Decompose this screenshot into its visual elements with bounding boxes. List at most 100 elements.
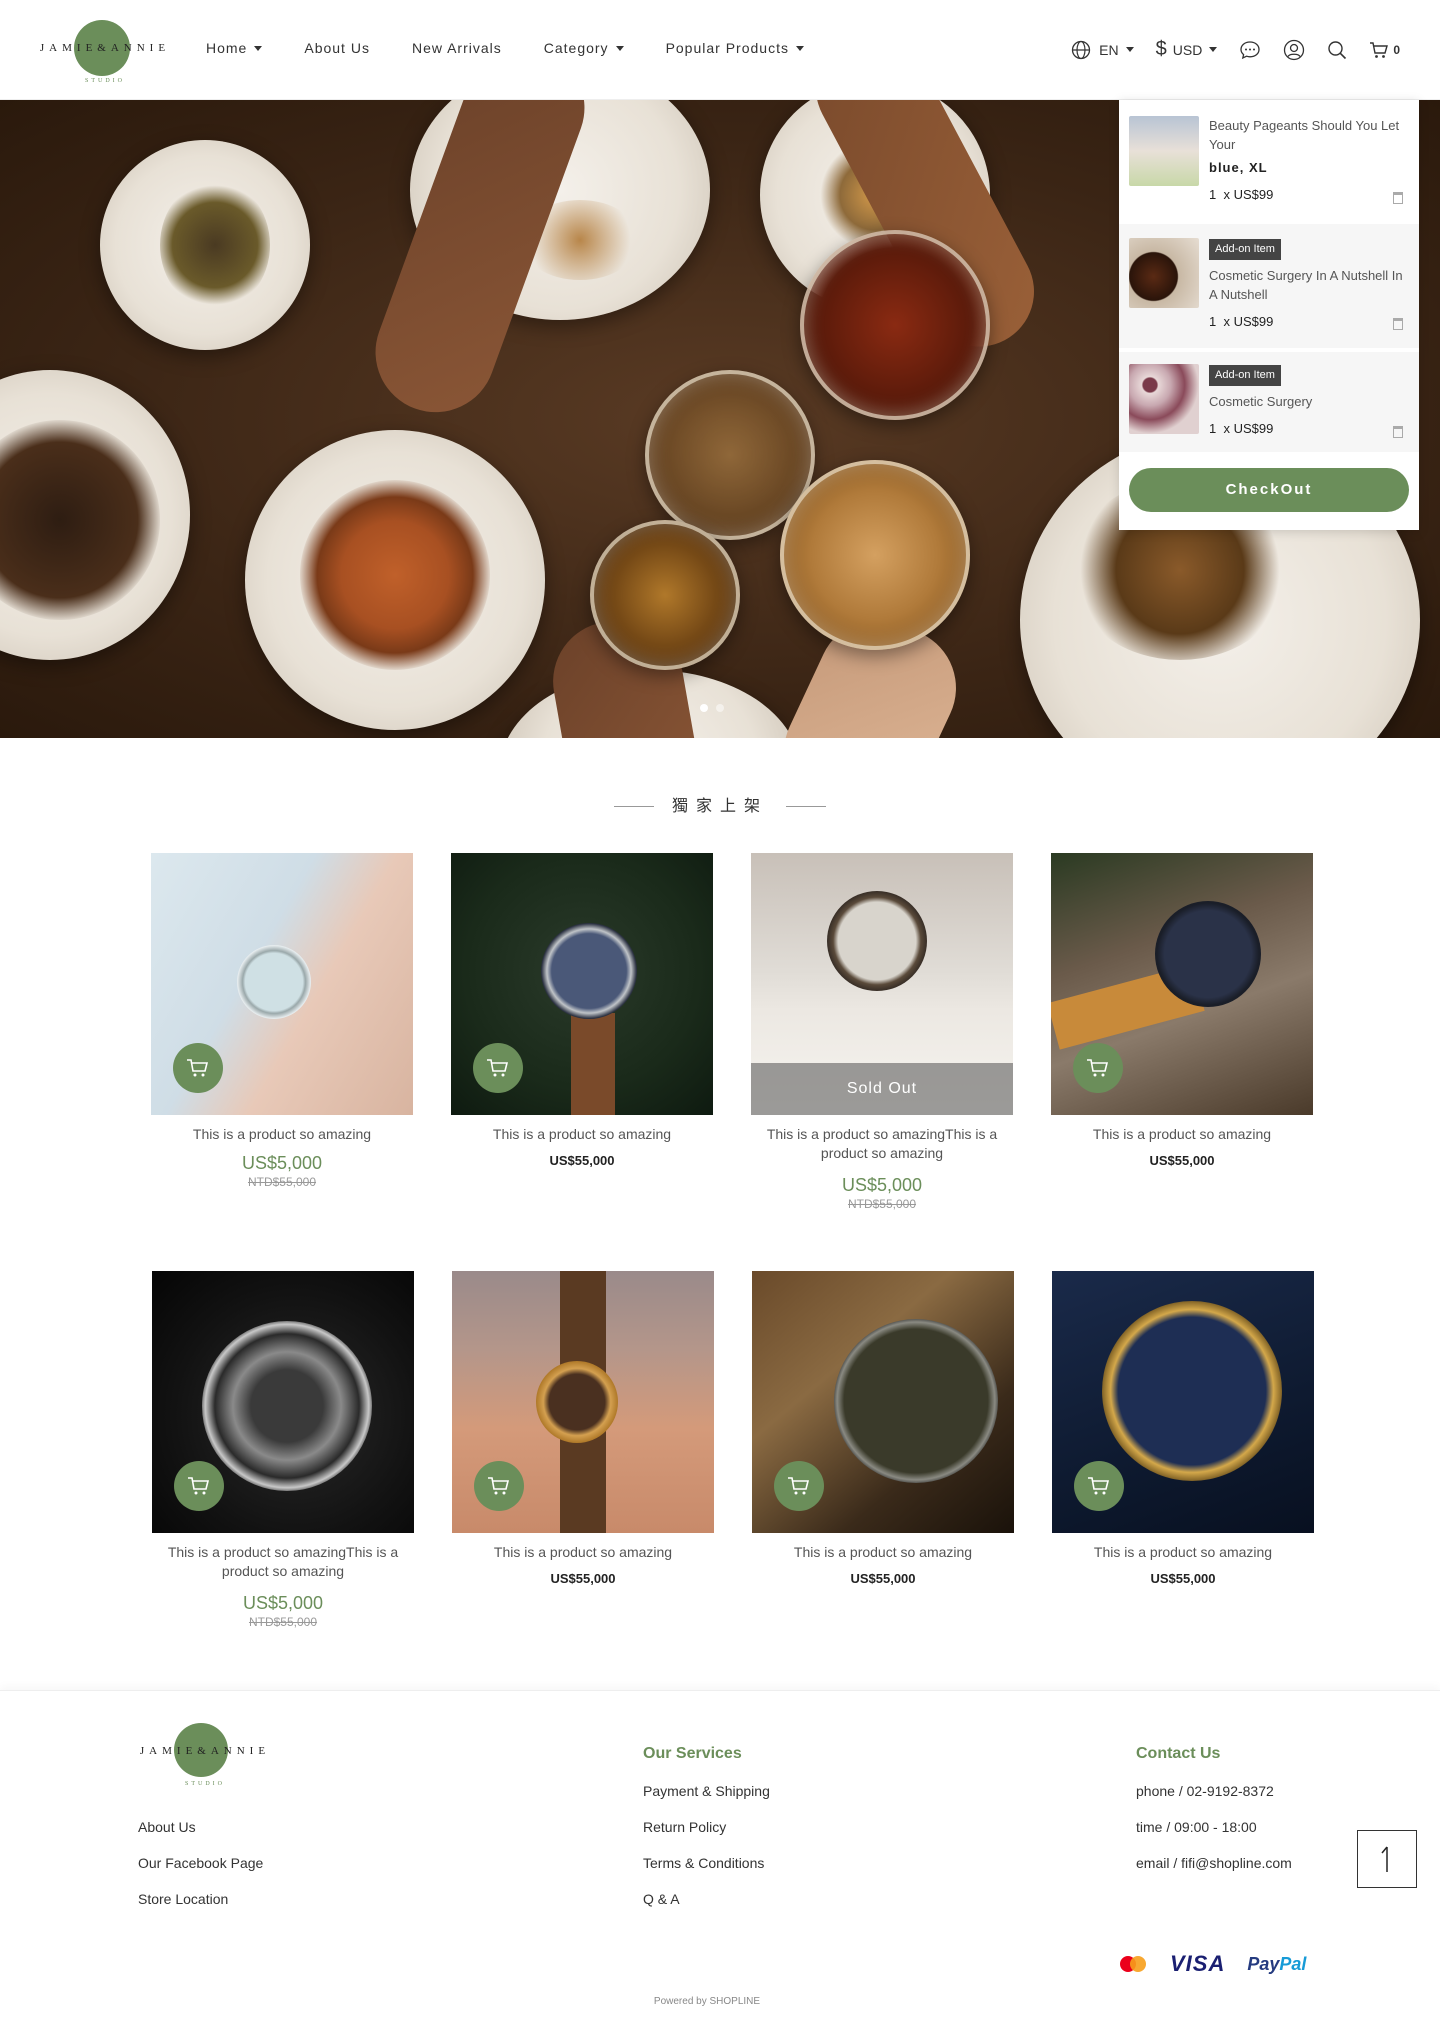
cart-count: 0	[1393, 42, 1400, 57]
cart-item-price: x US$99	[1223, 187, 1274, 202]
chat-icon	[1240, 40, 1260, 59]
shopping-cart-icon	[1370, 41, 1389, 58]
globe-icon	[1072, 40, 1091, 59]
search-icon	[1328, 40, 1347, 59]
footer-link-return[interactable]: Return Policy	[643, 1819, 726, 1835]
product-name[interactable]: This is a product so amazing	[151, 1125, 413, 1144]
sold-out-badge: Sold Out	[751, 1063, 1013, 1115]
footer-link-payment[interactable]: Payment & Shipping	[643, 1783, 770, 1799]
hero-food	[160, 180, 270, 310]
cart-item-info: Add-on Item Cosmetic Surgery In A Nutshe…	[1209, 238, 1404, 331]
currency-selector[interactable]: $ USD	[1156, 38, 1218, 61]
product-name[interactable]: This is a product so amazing	[1052, 1543, 1314, 1562]
add-to-cart-button[interactable]	[774, 1461, 824, 1511]
hero-food	[300, 480, 490, 670]
trash-icon[interactable]	[1393, 426, 1403, 438]
dollar-icon: $	[1155, 38, 1167, 60]
cart-item-title[interactable]: Cosmetic Surgery	[1209, 392, 1404, 411]
product-name[interactable]: This is a product so amazing	[1051, 1125, 1313, 1144]
chevron-down-icon	[254, 45, 263, 51]
shopping-cart-icon	[487, 1059, 509, 1077]
add-to-cart-button[interactable]	[1073, 1043, 1123, 1093]
add-to-cart-button[interactable]	[1074, 1461, 1124, 1511]
nav-popular-products[interactable]: Popular Products	[666, 40, 804, 56]
watch-face	[536, 1361, 618, 1443]
product-name[interactable]: This is a product so amazingThis is a pr…	[751, 1125, 1013, 1163]
visa-logo: VISA	[1170, 1951, 1226, 1976]
cart-item-price: x US$99	[1223, 314, 1274, 329]
footer-contact-phone: phone / 02-9192-8372	[1136, 1783, 1274, 1799]
chevron-down-icon	[1209, 47, 1218, 52]
site-header: JAMIE&ANNIE STUDIO Home About Us New Arr…	[0, 0, 1440, 100]
brand-logo[interactable]: JAMIE&ANNIE STUDIO	[38, 18, 172, 88]
add-to-cart-button[interactable]	[174, 1461, 224, 1511]
watch-face	[827, 891, 927, 991]
shopping-cart-icon	[488, 1477, 510, 1495]
checkout-button[interactable]: CheckOut	[1129, 468, 1409, 512]
cart-item-variant: blue, XL	[1209, 160, 1268, 175]
cart-button[interactable]: 0	[1369, 41, 1400, 59]
cart-item-title[interactable]: Beauty Pageants Should You Let Your	[1209, 116, 1404, 154]
powered-by[interactable]: Powered by SHOPLINE	[0, 1996, 1414, 2007]
logo-text: JAMIE&ANNIE	[39, 42, 171, 54]
watch-strap	[571, 1013, 615, 1115]
hero-glass	[780, 460, 970, 650]
trash-icon[interactable]	[1393, 192, 1403, 204]
chat-button[interactable]	[1239, 40, 1261, 60]
product-price: US$55,000	[1149, 1153, 1215, 1168]
chevron-down-icon	[795, 45, 804, 51]
account-button[interactable]	[1283, 39, 1305, 61]
cart-item-qty: 1 x US$99	[1209, 312, 1404, 331]
footer-link-facebook[interactable]: Our Facebook Page	[138, 1855, 263, 1871]
product-original-price: NTD$55,000	[248, 1615, 318, 1629]
carousel-dot[interactable]	[700, 704, 708, 712]
footer-contact-email[interactable]: email / fifi@shopline.com	[1136, 1855, 1292, 1871]
cart-item-thumbnail[interactable]	[1129, 116, 1199, 186]
footer-link-about[interactable]: About Us	[138, 1819, 196, 1835]
add-to-cart-button[interactable]	[473, 1043, 523, 1093]
nav-category[interactable]: Category	[544, 40, 624, 56]
product-price: US$5,000	[841, 1175, 923, 1195]
product-name[interactable]: This is a product so amazing	[452, 1543, 714, 1562]
product-name[interactable]: This is a product so amazing	[752, 1543, 1014, 1562]
nav-new-arrivals-label: New Arrivals	[411, 40, 502, 56]
language-selector[interactable]: EN	[1071, 40, 1134, 60]
cart-item-thumbnail[interactable]	[1129, 364, 1199, 434]
cart-item: Add-on Item Cosmetic Surgery 1 x US$99	[1119, 352, 1419, 452]
product-name[interactable]: This is a product so amazing	[451, 1125, 713, 1144]
carousel-dots	[700, 704, 724, 712]
nav-about-us[interactable]: About Us	[304, 40, 370, 56]
watch-face	[237, 945, 311, 1019]
user-icon	[1284, 39, 1305, 60]
footer-link-terms[interactable]: Terms & Conditions	[643, 1855, 764, 1871]
cart-item-info: Add-on Item Cosmetic Surgery 1 x US$99	[1209, 364, 1404, 438]
nav-home[interactable]: Home	[206, 40, 263, 56]
payment-methods: VISA PayPal	[1116, 1951, 1306, 1977]
nav-new-arrivals[interactable]: New Arrivals	[412, 40, 502, 56]
product-price: US$5,000	[241, 1153, 323, 1173]
cart-item-thumbnail[interactable]	[1129, 238, 1199, 308]
product-original-price: NTD$55,000	[847, 1197, 917, 1211]
divider	[786, 806, 826, 808]
add-to-cart-button[interactable]	[474, 1461, 524, 1511]
logo-subtext: STUDIO	[185, 1781, 225, 1787]
hero-glass	[800, 230, 990, 420]
cart-item-title[interactable]: Cosmetic Surgery In A Nutshell In A Nuts…	[1209, 266, 1404, 304]
product-name[interactable]: This is a product so amazingThis is a pr…	[152, 1543, 414, 1581]
trash-icon[interactable]	[1393, 318, 1403, 330]
back-to-top-button[interactable]	[1357, 1830, 1417, 1888]
carousel-dot[interactable]	[716, 704, 724, 712]
add-to-cart-button[interactable]	[173, 1043, 223, 1093]
nav-category-label: Category	[543, 40, 609, 56]
shopping-cart-icon	[187, 1059, 209, 1077]
nav-home-label: Home	[206, 40, 248, 56]
arrow-up-icon	[1381, 1846, 1388, 1872]
search-button[interactable]	[1327, 40, 1347, 60]
footer-contact-title: Contact Us	[1136, 1745, 1221, 1762]
footer-link-qa[interactable]: Q & A	[643, 1891, 680, 1907]
section-title-text: 獨家上架	[671, 798, 768, 815]
cart-item: Beauty Pageants Should You Let Your blue…	[1119, 100, 1419, 224]
footer-link-store-location[interactable]: Store Location	[138, 1891, 228, 1907]
footer-logo[interactable]: JAMIE&ANNIE STUDIO	[138, 1723, 272, 1793]
addon-badge: Add-on Item	[1209, 239, 1281, 260]
